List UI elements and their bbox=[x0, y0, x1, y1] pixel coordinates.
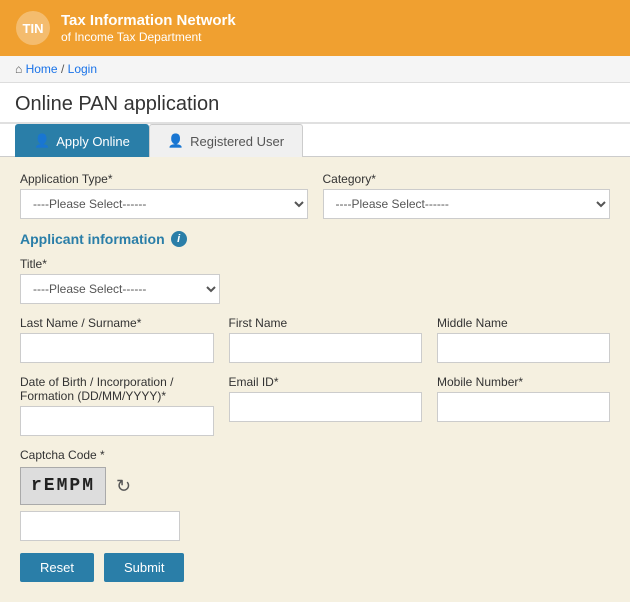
header-subtitle: of Income Tax Department bbox=[61, 30, 236, 44]
captcha-refresh-icon[interactable]: ↻ bbox=[116, 476, 131, 497]
dob-group: Date of Birth / Incorporation / Formatio… bbox=[20, 375, 214, 436]
tab-registered-user[interactable]: 👤 Registered User bbox=[149, 124, 303, 157]
user-add-icon: 👤 bbox=[34, 133, 50, 149]
title-group: Title* ----Please Select------ bbox=[20, 257, 220, 304]
captcha-label: Captcha Code * bbox=[20, 448, 610, 462]
middle-name-label: Middle Name bbox=[437, 316, 610, 330]
breadcrumb-home-link[interactable]: Home bbox=[26, 62, 58, 76]
email-group: Email ID* bbox=[229, 375, 423, 436]
last-name-group: Last Name / Surname* bbox=[20, 316, 214, 363]
page-title: Online PAN application bbox=[15, 93, 615, 116]
title-label: Title* bbox=[20, 257, 220, 271]
mobile-group: Mobile Number* bbox=[437, 375, 610, 436]
middle-name-group: Middle Name bbox=[437, 316, 610, 363]
application-type-label: Application Type* bbox=[20, 172, 308, 186]
breadcrumb: ⌂ Home / Login bbox=[0, 56, 630, 83]
category-label: Category* bbox=[323, 172, 611, 186]
tab-registered-user-label: Registered User bbox=[190, 134, 284, 149]
captcha-area: Captcha Code * rEMPM ↻ bbox=[20, 448, 610, 541]
tabs-container: 👤 Apply Online 👤 Registered User bbox=[0, 124, 630, 157]
button-row: Reset Submit bbox=[20, 553, 610, 582]
header: TIN Tax Information Network of Income Ta… bbox=[0, 0, 630, 56]
header-text: Tax Information Network of Income Tax De… bbox=[61, 12, 236, 44]
registered-icon: 👤 bbox=[168, 133, 184, 149]
applicant-info-text: Applicant information bbox=[20, 231, 165, 247]
reset-button[interactable]: Reset bbox=[20, 553, 94, 582]
submit-button[interactable]: Submit bbox=[104, 553, 184, 582]
mobile-label: Mobile Number* bbox=[437, 375, 610, 389]
name-row: Last Name / Surname* First Name Middle N… bbox=[20, 316, 610, 363]
header-title: Tax Information Network bbox=[61, 12, 236, 30]
dob-email-mobile-row: Date of Birth / Incorporation / Formatio… bbox=[20, 375, 610, 436]
title-row: Title* ----Please Select------ bbox=[20, 257, 610, 304]
app-type-category-row: Application Type* ----Please Select-----… bbox=[20, 172, 610, 219]
last-name-input[interactable] bbox=[20, 333, 214, 363]
applicant-info-heading: Applicant information i bbox=[20, 231, 610, 247]
first-name-group: First Name bbox=[229, 316, 423, 363]
breadcrumb-separator: / bbox=[61, 62, 64, 76]
last-name-label: Last Name / Surname* bbox=[20, 316, 214, 330]
captcha-image: rEMPM bbox=[20, 467, 106, 505]
application-type-group: Application Type* ----Please Select-----… bbox=[20, 172, 308, 219]
tab-apply-online[interactable]: 👤 Apply Online bbox=[15, 124, 149, 157]
info-icon[interactable]: i bbox=[171, 231, 187, 247]
first-name-label: First Name bbox=[229, 316, 423, 330]
email-label: Email ID* bbox=[229, 375, 423, 389]
page-title-bar: Online PAN application bbox=[0, 83, 630, 124]
breadcrumb-login-link[interactable]: Login bbox=[68, 62, 97, 76]
application-type-select[interactable]: ----Please Select------ bbox=[20, 189, 308, 219]
dob-label: Date of Birth / Incorporation / Formatio… bbox=[20, 375, 214, 403]
tin-logo-icon: TIN bbox=[15, 10, 51, 46]
mobile-input[interactable] bbox=[437, 392, 610, 422]
home-icon: ⌂ bbox=[15, 62, 22, 76]
tab-apply-online-label: Apply Online bbox=[56, 134, 130, 149]
category-select[interactable]: ----Please Select------ bbox=[323, 189, 611, 219]
email-input[interactable] bbox=[229, 392, 423, 422]
middle-name-input[interactable] bbox=[437, 333, 610, 363]
title-select[interactable]: ----Please Select------ bbox=[20, 274, 220, 304]
dob-input[interactable] bbox=[20, 406, 214, 436]
svg-text:TIN: TIN bbox=[23, 21, 44, 36]
captcha-row: rEMPM ↻ bbox=[20, 467, 610, 505]
category-group: Category* ----Please Select------ bbox=[323, 172, 611, 219]
form-area: Application Type* ----Please Select-----… bbox=[0, 157, 630, 602]
first-name-input[interactable] bbox=[229, 333, 423, 363]
